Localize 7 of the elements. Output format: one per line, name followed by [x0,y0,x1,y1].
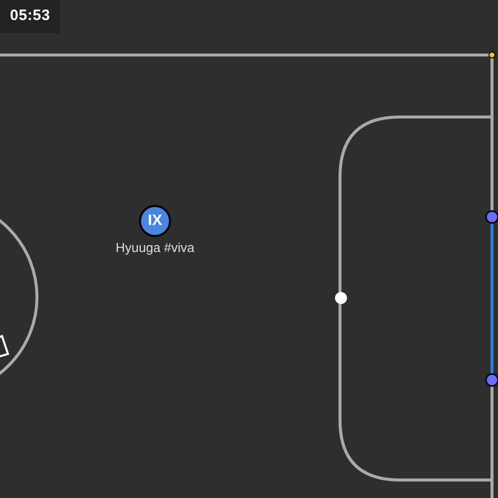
match-timer: 05:53 [0,0,60,32]
player-name: Hyuuga #viva [116,239,194,257]
triangle-marker [0,334,10,360]
penalty-spot [335,292,347,304]
goal-post [485,210,498,224]
goal-post [485,373,498,387]
corner-marker [488,52,496,58]
